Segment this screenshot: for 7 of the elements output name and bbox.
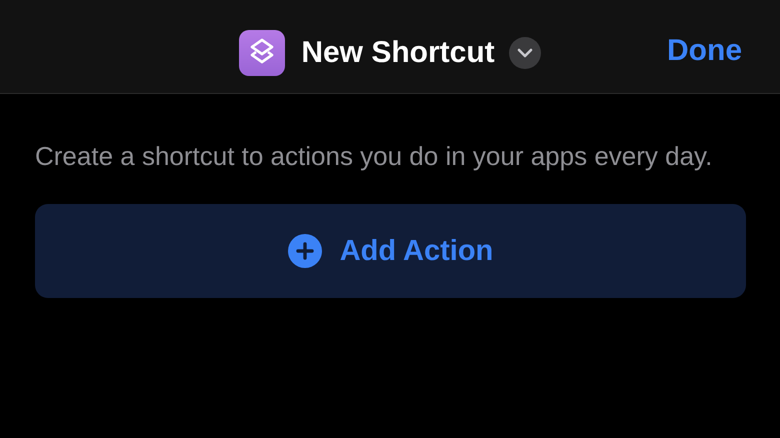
shortcut-title: New Shortcut [301, 36, 495, 70]
chevron-down-icon[interactable] [508, 37, 541, 69]
plus-icon [288, 234, 322, 268]
description-text: Create a shortcut to actions you do in your apps every day. [35, 140, 714, 173]
app-icon [239, 30, 286, 76]
done-button[interactable]: Done [667, 34, 742, 68]
add-action-button[interactable]: Add Action [35, 204, 746, 298]
